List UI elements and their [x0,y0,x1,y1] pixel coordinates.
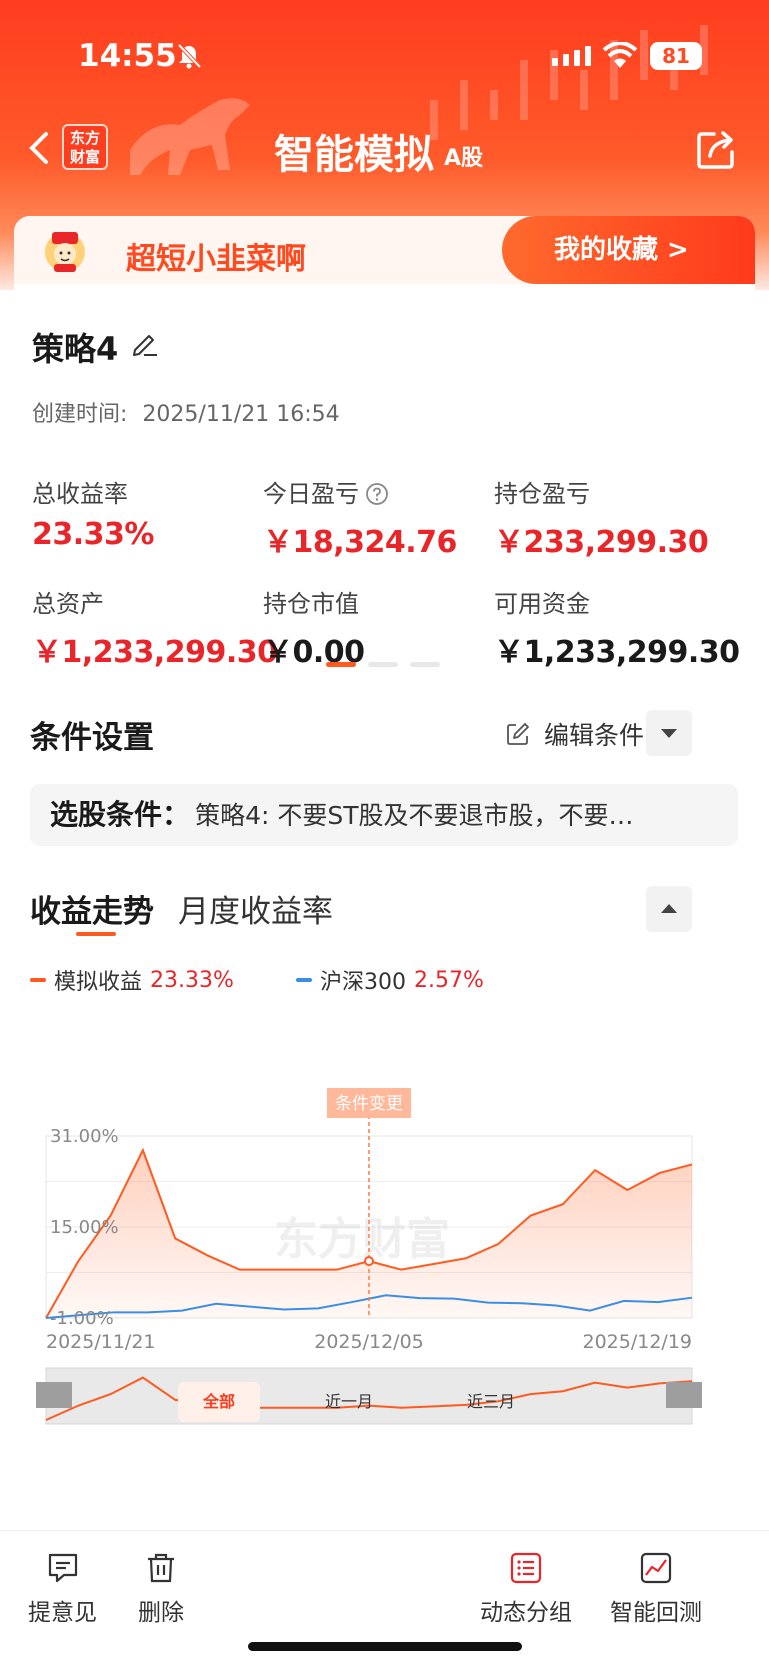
triangle-up-icon [661,904,677,913]
navigator-handle-right [666,1382,702,1408]
stat-total-assets: 总资产 ￥1,233,299.30 [32,584,278,671]
page-dot [410,662,440,667]
stat-label: 持仓盈亏 [494,480,590,508]
created-time: 创建时间: 2025/11/21 16:54 [32,396,340,428]
filter-text: 策略4: 不要ST股及不要退市股，不要… [195,801,634,830]
range-tab-3m[interactable]: 近三月 [450,1382,532,1422]
feedback-button[interactable]: 提意见 [28,1551,97,1627]
bull-decoration [130,98,250,175]
share-icon[interactable] [696,128,738,170]
range-tab-1m[interactable]: 近一月 [308,1382,390,1422]
stat-position-pnl: 持仓盈亏 ￥233,299.30 [494,474,709,561]
legend-value: 23.33% [150,967,234,993]
stat-today-pnl: 今日盈亏 ￥18,324.76 [263,474,457,561]
strategy-card: 超短小韭菜啊 我的收藏 > 策略4 创建时间: 2025/11/21 16:54… [14,216,755,1546]
wifi-icon [602,42,638,68]
profile-row: 超短小韭菜啊 我的收藏 > [14,216,755,284]
triangle-down-icon [661,729,677,738]
legend-name: 沪深300 [320,970,406,995]
legend-value: 2.57% [414,967,484,993]
legend-item-simulated: 模拟收益 23.33% [30,964,234,996]
tab-monthly-return[interactable]: 月度收益率 [178,886,333,931]
edit-conditions-label: 编辑条件 [544,721,645,750]
stat-available-cash: 可用资金 ￥1,233,299.30 [494,584,740,671]
return-chart[interactable]: 东方财富 31.00% 15.00% -1.00% 条件变更 2025/11/21 2025… [32,1016,752,1516]
home-indicator [248,1642,522,1651]
dynamic-group-label: 动态分组 [480,1600,572,1626]
page-dot-active [326,662,356,667]
chart-watermark: 东方财富 [274,1214,450,1265]
y-tick-label: -1.00% [50,1308,114,1329]
delete-label: 删除 [138,1600,184,1626]
edit-icon [507,723,529,745]
backtest-label: 智能回测 [610,1600,702,1626]
app-logo: 东方财富 [62,124,108,170]
x-tick-label: 2025/11/21 [46,1331,156,1353]
bell-muted-icon [177,43,202,69]
stat-market-value: 持仓市值 ￥0.00 [263,584,365,671]
tab-active-indicator [76,932,116,936]
stat-label: 持仓市值 [263,590,359,618]
created-time-value: 2025/11/21 16:54 [142,402,340,427]
y-tick-label: 31.00% [50,1126,119,1147]
list-icon [510,1552,542,1584]
trash-icon [148,1553,174,1583]
page-indicator [326,662,440,667]
stock-filter-conditions[interactable]: 选股条件： 策略4: 不要ST股及不要退市股，不要… [30,784,738,846]
backtest-button[interactable]: 智能回测 [610,1551,702,1627]
chart-line-icon [640,1552,672,1584]
range-tab-all[interactable]: 全部 [178,1382,260,1422]
navigator-handle-left [36,1382,72,1408]
cellular-signal-icon [552,46,591,66]
y-tick-label: 15.00% [50,1217,119,1238]
legend-name: 模拟收益 [54,970,143,995]
stat-value: ￥1,233,299.30 [494,635,740,670]
battery-indicator: 81 [650,42,702,70]
stat-value: 23.33% [32,517,154,552]
condition-change-label: 条件变更 [335,1094,403,1114]
question-circle-icon[interactable] [365,482,389,506]
page-dot [368,662,398,667]
stat-label: 总收益率 [32,480,128,508]
pencil-edit-icon[interactable] [130,328,160,358]
strategy-name: 策略4 [32,330,119,368]
x-tick-label: 2025/12/19 [582,1331,692,1353]
market-label: A股 [444,146,484,171]
stat-value: ￥1,233,299.30 [32,635,278,670]
avatar[interactable] [42,228,88,274]
legend-item-csi300: 沪深300 2.57% [296,964,484,996]
feedback-label: 提意见 [28,1600,97,1626]
stat-value: ￥233,299.30 [494,525,709,560]
legend-swatch [296,978,312,982]
stat-label: 可用资金 [494,590,590,618]
stat-label: 总资产 [32,590,104,618]
legend-swatch [30,978,46,982]
page-title: 智能模拟 [274,132,434,178]
stat-value: ￥18,324.76 [263,525,457,560]
status-time: 14:55 [78,38,177,74]
marker-point [364,1256,374,1267]
stat-label: 今日盈亏 [263,474,457,509]
collapse-chart-button[interactable] [646,886,692,932]
created-time-label: 创建时间: [32,402,128,427]
delete-button[interactable]: 删除 [138,1551,184,1627]
username[interactable]: 超短小韭菜啊 [126,234,306,278]
comment-icon [48,1553,77,1583]
my-favorites-button[interactable]: 我的收藏 > [502,216,755,284]
expand-conditions-button[interactable] [646,710,692,756]
filter-label: 选股条件： [50,798,191,831]
tab-return-trend[interactable]: 收益走势 [30,886,154,931]
stat-total-return: 总收益率 23.33% [32,474,154,552]
conditions-title: 条件设置 [30,720,154,756]
back-button[interactable] [24,128,54,168]
x-tick-label: 2025/12/05 [314,1331,424,1353]
edit-conditions-button[interactable]: 编辑条件 [506,716,644,752]
dynamic-group-button[interactable]: 动态分组 [480,1551,572,1627]
